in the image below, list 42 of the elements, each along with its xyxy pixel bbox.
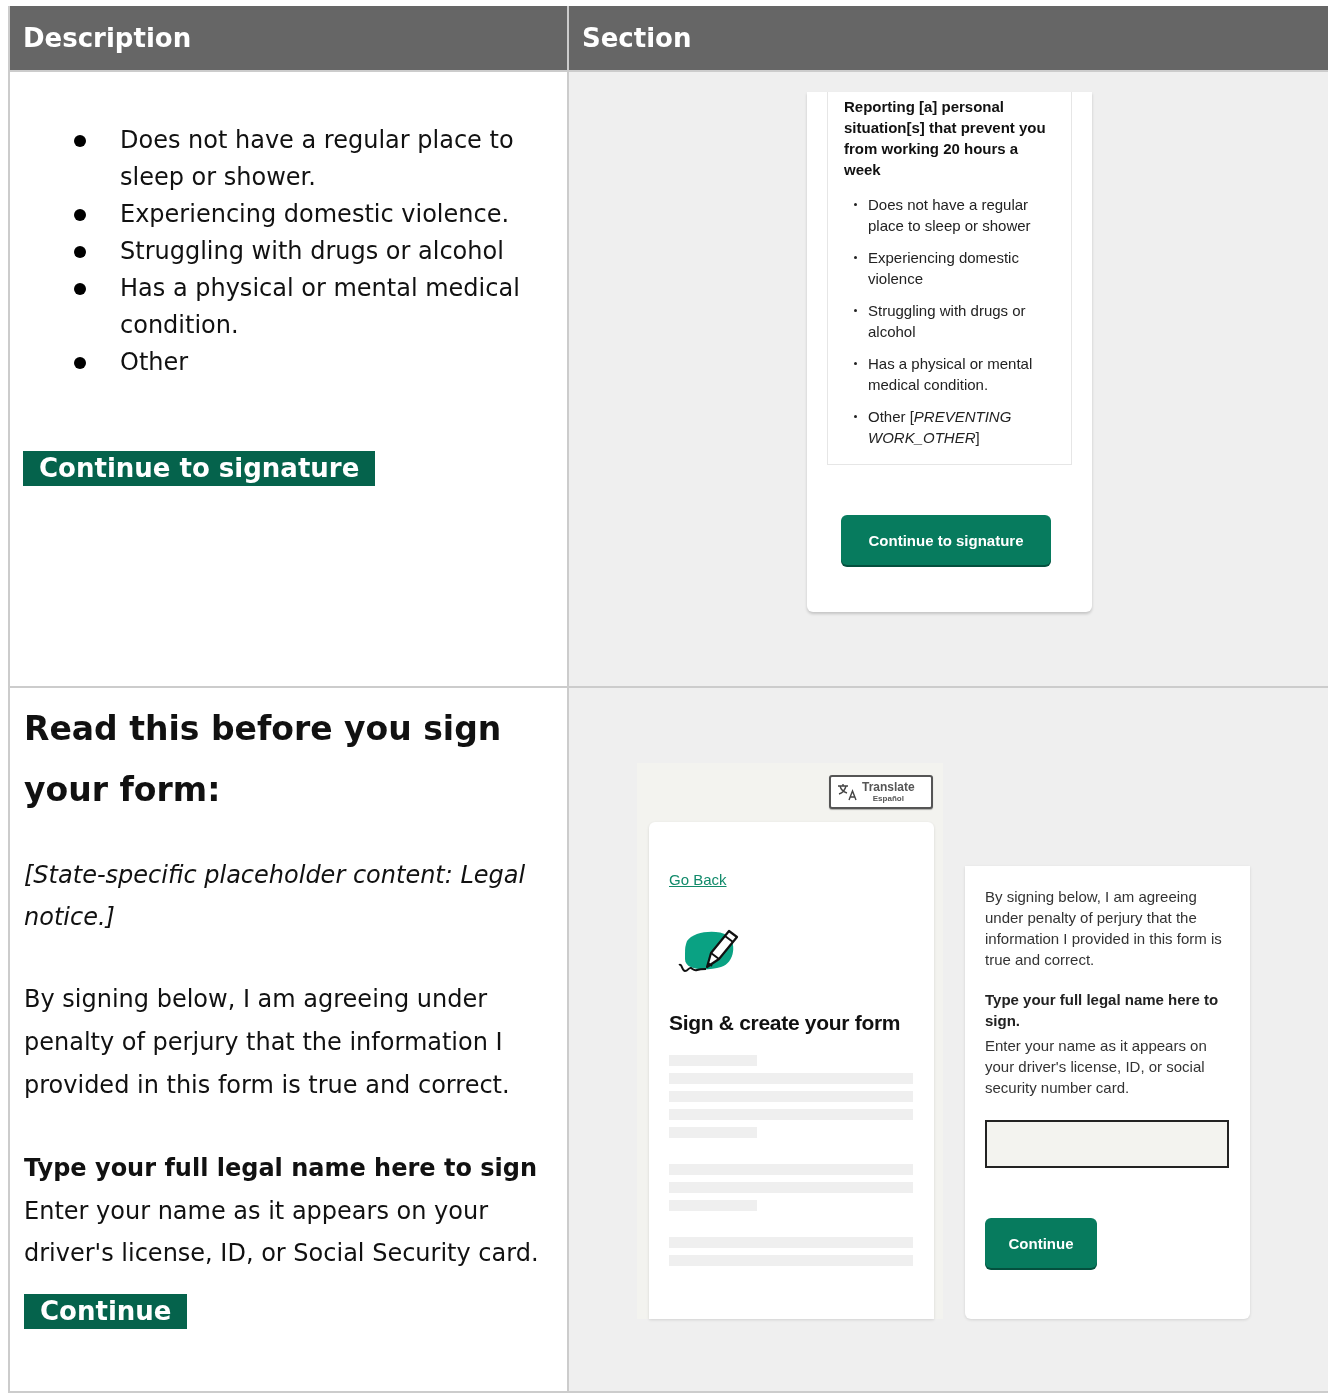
bullet-icon: [74, 246, 86, 258]
list-item-text: Other [PREVENTING WORK_OTHER]: [868, 407, 1013, 448]
translate-button[interactable]: Translate Español: [829, 775, 933, 809]
list-item-text: Experiencing domestic violence: [868, 248, 1020, 289]
translate-icon: [837, 783, 857, 801]
go-back-link[interactable]: Go Back: [669, 871, 727, 888]
bullet-icon: [74, 283, 86, 295]
field-hint: Enter your name as it appears on your driver's license, ID, or social security number card.: [985, 1036, 1208, 1098]
placeholder-notice: [State-specific placeholder content: Legal notice.]: [24, 860, 527, 933]
list-item-text: Experiencing domestic violence.: [120, 199, 511, 230]
field-label: Type your full legal name here to sign.: [985, 990, 1220, 1031]
bullet-icon: [74, 357, 86, 369]
page-title: Sign & create your form: [669, 1011, 902, 1035]
section-heading: Read this before you sign your form:: [24, 708, 503, 811]
column-header: Section: [569, 6, 1328, 72]
column-header: Description: [10, 6, 569, 72]
bullet-icon: [74, 135, 86, 147]
list-item-text: Other: [120, 347, 190, 378]
list-item-text: Struggling with drugs or alcohol: [868, 301, 1027, 342]
agreement-text: By signing below, I am agreeing under penalty of perjury that the information I provided in this form is true and correct.: [985, 887, 1223, 970]
bullet-icon: [854, 415, 857, 418]
panel-heading: Reporting [a] personal situation[s] that prevent you from working 20 hours a week: [844, 97, 1047, 180]
bullet-icon: [854, 309, 857, 312]
continue-button[interactable]: Continue: [24, 1294, 188, 1329]
list-item-text: Struggling with drugs or alcohol: [120, 236, 505, 267]
bullet-icon: [854, 203, 857, 206]
list-item-text: Does not have a regular place to sleep or shower.: [120, 125, 515, 193]
list-item-text: Has a physical or mental medical condition.: [868, 354, 1034, 395]
bullet-icon: [74, 209, 86, 221]
language-label: Español: [871, 793, 905, 804]
field-label: Type your full legal name here to sign: [24, 1153, 539, 1184]
continue-to-signature-button[interactable]: Continue to signature: [23, 451, 376, 486]
list-item-text: Does not have a regular place to sleep or shower: [868, 195, 1032, 236]
bullet-icon: [854, 362, 857, 365]
field-hint: Enter your name as it appears on your driver's license, ID, or Social Security card.: [24, 1196, 540, 1269]
list-item-text: Has a physical or mental medical condition.: [120, 273, 521, 341]
agreement-text: By signing below, I am agreeing under penalty of perjury that the information I provided in this form is true and correct.: [24, 984, 511, 1101]
bullet-icon: [854, 256, 857, 259]
continue-button[interactable]: Continue: [985, 1218, 1097, 1268]
translate-label: Translate: [862, 780, 915, 794]
continue-to-signature-button[interactable]: Continue to signature: [841, 515, 1051, 565]
name-input-field[interactable]: [985, 1120, 1229, 1168]
